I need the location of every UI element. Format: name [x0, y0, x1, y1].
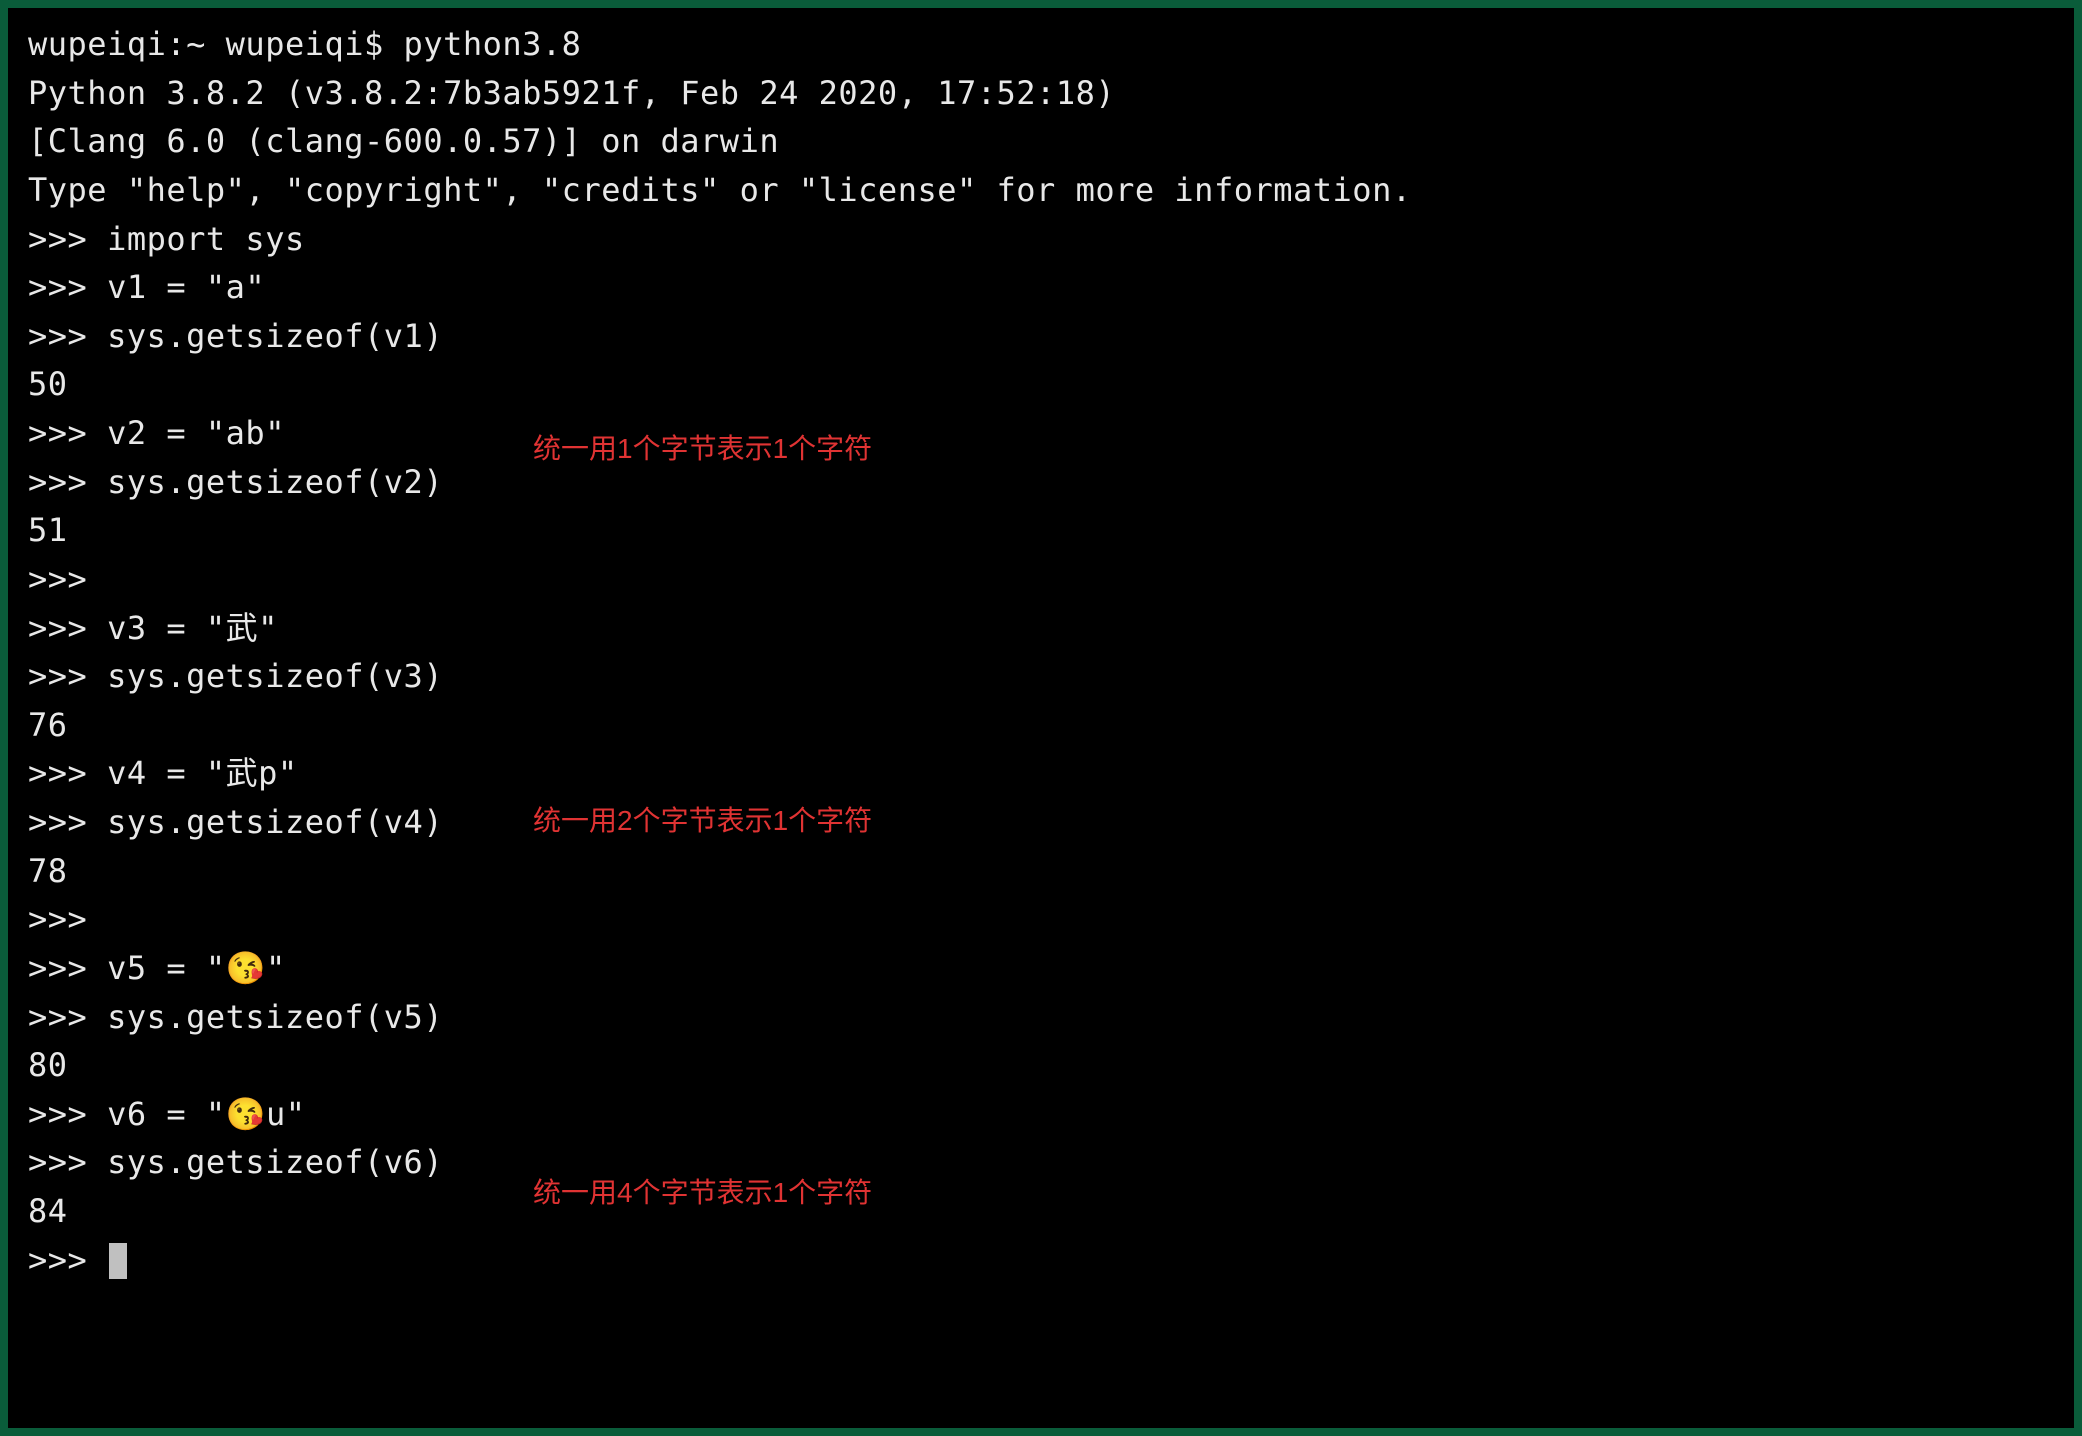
shell-prompt-line: wupeiqi:~ wupeiqi$ python3.8 — [28, 20, 2054, 69]
repl-output: 76 — [28, 701, 2054, 750]
repl-output: 84 — [28, 1187, 2054, 1236]
repl-line: >>> sys.getsizeof(v6) — [28, 1138, 2054, 1187]
repl-prompt: >>> — [28, 1241, 107, 1279]
repl-line: >>> import sys — [28, 215, 2054, 264]
terminal-cursor — [109, 1243, 127, 1279]
python-version-line: Python 3.8.2 (v3.8.2:7b3ab5921f, Feb 24 … — [28, 69, 2054, 118]
repl-line: >>> v4 = "武p" — [28, 749, 2054, 798]
repl-output: 51 — [28, 506, 2054, 555]
repl-empty-prompt: >>> — [28, 895, 2054, 944]
repl-empty-prompt: >>> — [28, 555, 2054, 604]
annotation-1byte: 统一用1个字节表示1个字符 — [533, 428, 872, 471]
repl-line: >>> v3 = "武" — [28, 604, 2054, 653]
repl-line: >>> sys.getsizeof(v2) — [28, 458, 2054, 507]
annotation-4byte: 统一用4个字节表示1个字符 — [533, 1172, 872, 1215]
compiler-info-line: [Clang 6.0 (clang-600.0.57)] on darwin — [28, 117, 2054, 166]
terminal-window[interactable]: wupeiqi:~ wupeiqi$ python3.8 Python 3.8.… — [8, 8, 2074, 1428]
repl-output: 80 — [28, 1041, 2054, 1090]
repl-line: >>> sys.getsizeof(v5) — [28, 993, 2054, 1042]
repl-line: >>> sys.getsizeof(v4) — [28, 798, 2054, 847]
annotation-2byte: 统一用2个字节表示1个字符 — [533, 800, 872, 843]
repl-output: 50 — [28, 360, 2054, 409]
repl-line: >>> v5 = "😘" — [28, 944, 2054, 993]
repl-line: >>> v6 = "😘u" — [28, 1090, 2054, 1139]
repl-line: >>> v1 = "a" — [28, 263, 2054, 312]
repl-line: >>> v2 = "ab" — [28, 409, 2054, 458]
repl-line: >>> sys.getsizeof(v1) — [28, 312, 2054, 361]
help-info-line: Type "help", "copyright", "credits" or "… — [28, 166, 2054, 215]
repl-output: 78 — [28, 847, 2054, 896]
repl-cursor-line[interactable]: >>> — [28, 1236, 2054, 1285]
repl-line: >>> sys.getsizeof(v3) — [28, 652, 2054, 701]
